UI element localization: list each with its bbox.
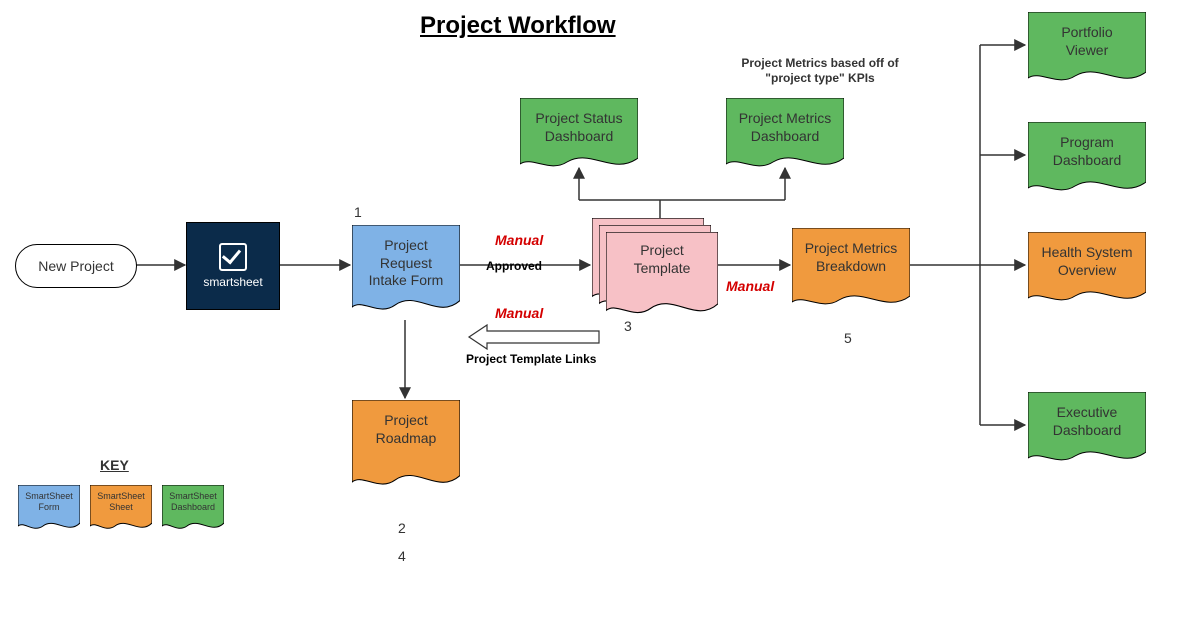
key-form: SmartSheet Form xyxy=(18,485,80,535)
node-new-project-label: New Project xyxy=(38,258,113,274)
node-metrics-dash-label: Project Metrics Dashboard xyxy=(726,110,844,176)
node-exec-label: Executive Dashboard xyxy=(1028,404,1146,470)
node-roadmap-label: Project Roadmap xyxy=(352,412,460,495)
node-program-label: Program Dashboard xyxy=(1028,134,1146,200)
manual-label-3: Manual xyxy=(726,278,774,294)
key-sheet-label: SmartSheet Sheet xyxy=(90,491,152,535)
node-health-label: Health System Overview xyxy=(1028,244,1146,310)
node-metrics-breakdown: Project Metrics Breakdown xyxy=(792,228,910,314)
node-smartsheet: smartsheet xyxy=(186,222,280,310)
node-intake-form: Project Request Intake Form xyxy=(352,225,460,320)
node-template-label: Project Template xyxy=(606,242,718,324)
node-template-stack: Project Template xyxy=(592,218,722,318)
node-portfolio: Portfolio Viewer xyxy=(1028,12,1146,90)
node-smartsheet-label: smartsheet xyxy=(203,275,262,289)
diagram-canvas: Project Workflow Project Metrics based o… xyxy=(0,0,1191,622)
manual-label-2: Manual xyxy=(495,305,543,321)
key-dashboard: SmartSheet Dashboard xyxy=(162,485,224,535)
template-links-label: Project Template Links xyxy=(466,352,596,366)
seq-1: 1 xyxy=(354,204,362,220)
node-executive: Executive Dashboard xyxy=(1028,392,1146,470)
node-template: Project Template xyxy=(606,232,718,324)
key-form-label: SmartSheet Form xyxy=(18,491,80,535)
node-program: Program Dashboard xyxy=(1028,122,1146,200)
node-roadmap: Project Roadmap xyxy=(352,400,460,495)
manual-label-1: Manual xyxy=(495,232,543,248)
node-metrics-dashboard: Project Metrics Dashboard xyxy=(726,98,844,176)
check-icon xyxy=(219,243,247,271)
node-metrics-breakdown-label: Project Metrics Breakdown xyxy=(792,240,910,314)
node-portfolio-label: Portfolio Viewer xyxy=(1028,24,1146,90)
node-new-project: New Project xyxy=(15,244,137,288)
node-status-dashboard: Project Status Dashboard xyxy=(520,98,638,176)
seq-3: 3 xyxy=(624,318,632,334)
approved-label: Approved xyxy=(486,259,542,273)
seq-2: 2 xyxy=(398,520,406,536)
seq-4: 4 xyxy=(398,548,406,564)
seq-5: 5 xyxy=(844,330,852,346)
key-sheet: SmartSheet Sheet xyxy=(90,485,152,535)
node-intake-label: Project Request Intake Form xyxy=(352,237,460,320)
key-title: KEY xyxy=(100,457,129,473)
node-health: Health System Overview xyxy=(1028,232,1146,310)
node-status-dash-label: Project Status Dashboard xyxy=(520,110,638,176)
key-dashboard-label: SmartSheet Dashboard xyxy=(162,491,224,535)
